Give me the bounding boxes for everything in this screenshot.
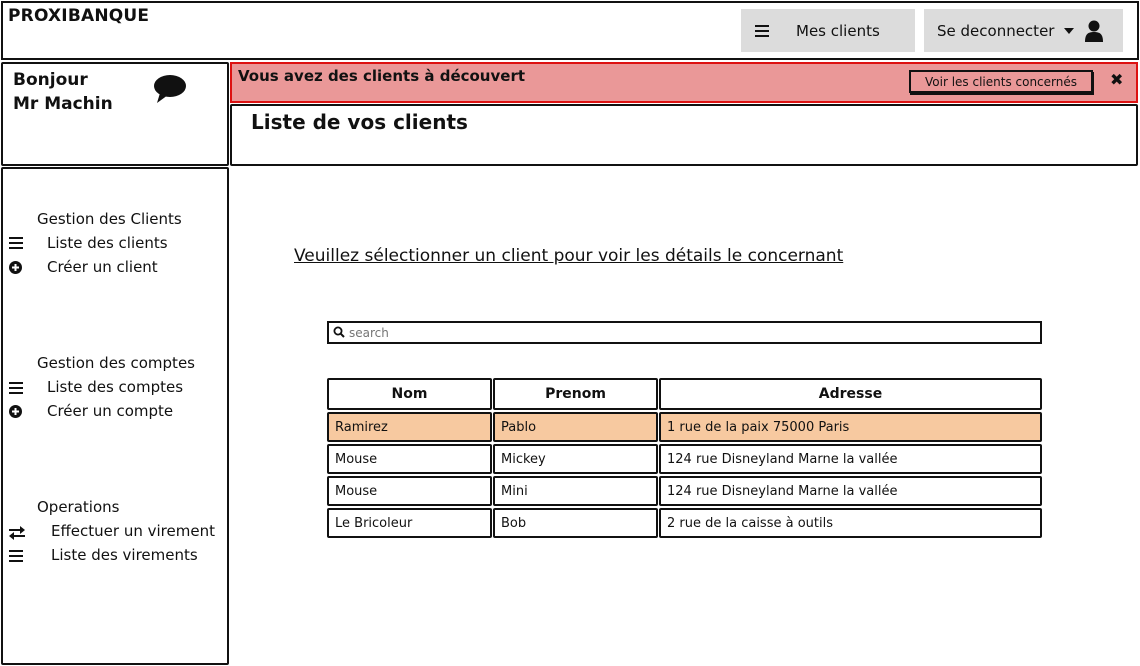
plus-circle-icon (9, 261, 22, 274)
greeting: Bonjour Mr Machin (13, 68, 113, 116)
section-title-clients: Gestion des Clients (37, 210, 182, 228)
cell-adresse[interactable]: 124 rue Disneyland Marne la vallée (659, 444, 1042, 474)
section-title-operations: Operations (37, 498, 120, 516)
cell-adresse[interactable]: 2 rue de la caisse à outils (659, 508, 1042, 538)
cell-prenom[interactable]: Pablo (493, 412, 658, 442)
cell-adresse[interactable]: 1 rue de la paix 75000 Paris (659, 412, 1042, 442)
cell-prenom[interactable]: Mickey (493, 444, 658, 474)
user-icon (1085, 20, 1104, 42)
my-clients-button[interactable]: Mes clients (741, 9, 915, 52)
list-icon (9, 550, 23, 562)
logout-button[interactable]: Se deconnecter (924, 9, 1123, 52)
greeting-line1: Bonjour (13, 70, 88, 90)
list-icon (9, 237, 23, 249)
greeting-line2: Mr Machin (13, 94, 113, 114)
cell-nom[interactable]: Mouse (327, 444, 492, 474)
section-title-accounts: Gestion des comptes (37, 354, 195, 372)
column-header-prenom[interactable]: Prenom (493, 378, 658, 410)
list-icon (9, 382, 23, 394)
sidebar-item-client-list[interactable]: Liste des clients (47, 234, 168, 252)
alert-message: Vous avez des clients à découvert (238, 67, 526, 85)
caret-down-icon (1064, 27, 1075, 34)
close-icon[interactable]: ✖ (1110, 70, 1123, 89)
my-clients-label: Mes clients (796, 21, 880, 40)
sidebar-item-account-list[interactable]: Liste des comptes (47, 378, 183, 396)
column-header-adresse[interactable]: Adresse (659, 378, 1042, 410)
sidebar-item-transfer-list[interactable]: Liste des virements (51, 546, 198, 564)
page-title: Liste de vos clients (251, 110, 468, 134)
brand-logo: PROXIBANQUE (8, 6, 150, 26)
cell-nom[interactable]: Le Bricoleur (327, 508, 492, 538)
cell-nom[interactable]: Ramirez (327, 412, 492, 442)
sidebar-item-create-client[interactable]: Créer un client (47, 258, 158, 276)
instruction-text: Veuillez sélectionner un client pour voi… (294, 246, 844, 266)
transfer-icon (9, 526, 25, 540)
column-header-nom[interactable]: Nom (327, 378, 492, 410)
cell-adresse[interactable]: 124 rue Disneyland Marne la vallée (659, 476, 1042, 506)
search-input[interactable] (327, 321, 1042, 344)
cell-prenom[interactable]: Bob (493, 508, 658, 538)
logout-label: Se deconnecter (937, 21, 1055, 40)
chat-bubble-icon[interactable] (153, 74, 187, 104)
cell-nom[interactable]: Mouse (327, 476, 492, 506)
plus-circle-icon (9, 405, 22, 418)
sidebar-item-make-transfer[interactable]: Effectuer un virement (51, 522, 215, 540)
search-icon (333, 326, 345, 338)
view-concerned-clients-button[interactable]: Voir les clients concernés (909, 70, 1093, 93)
sidebar-item-create-account[interactable]: Créer un compte (47, 402, 173, 420)
cell-prenom[interactable]: Mini (493, 476, 658, 506)
hamburger-icon (755, 24, 769, 37)
